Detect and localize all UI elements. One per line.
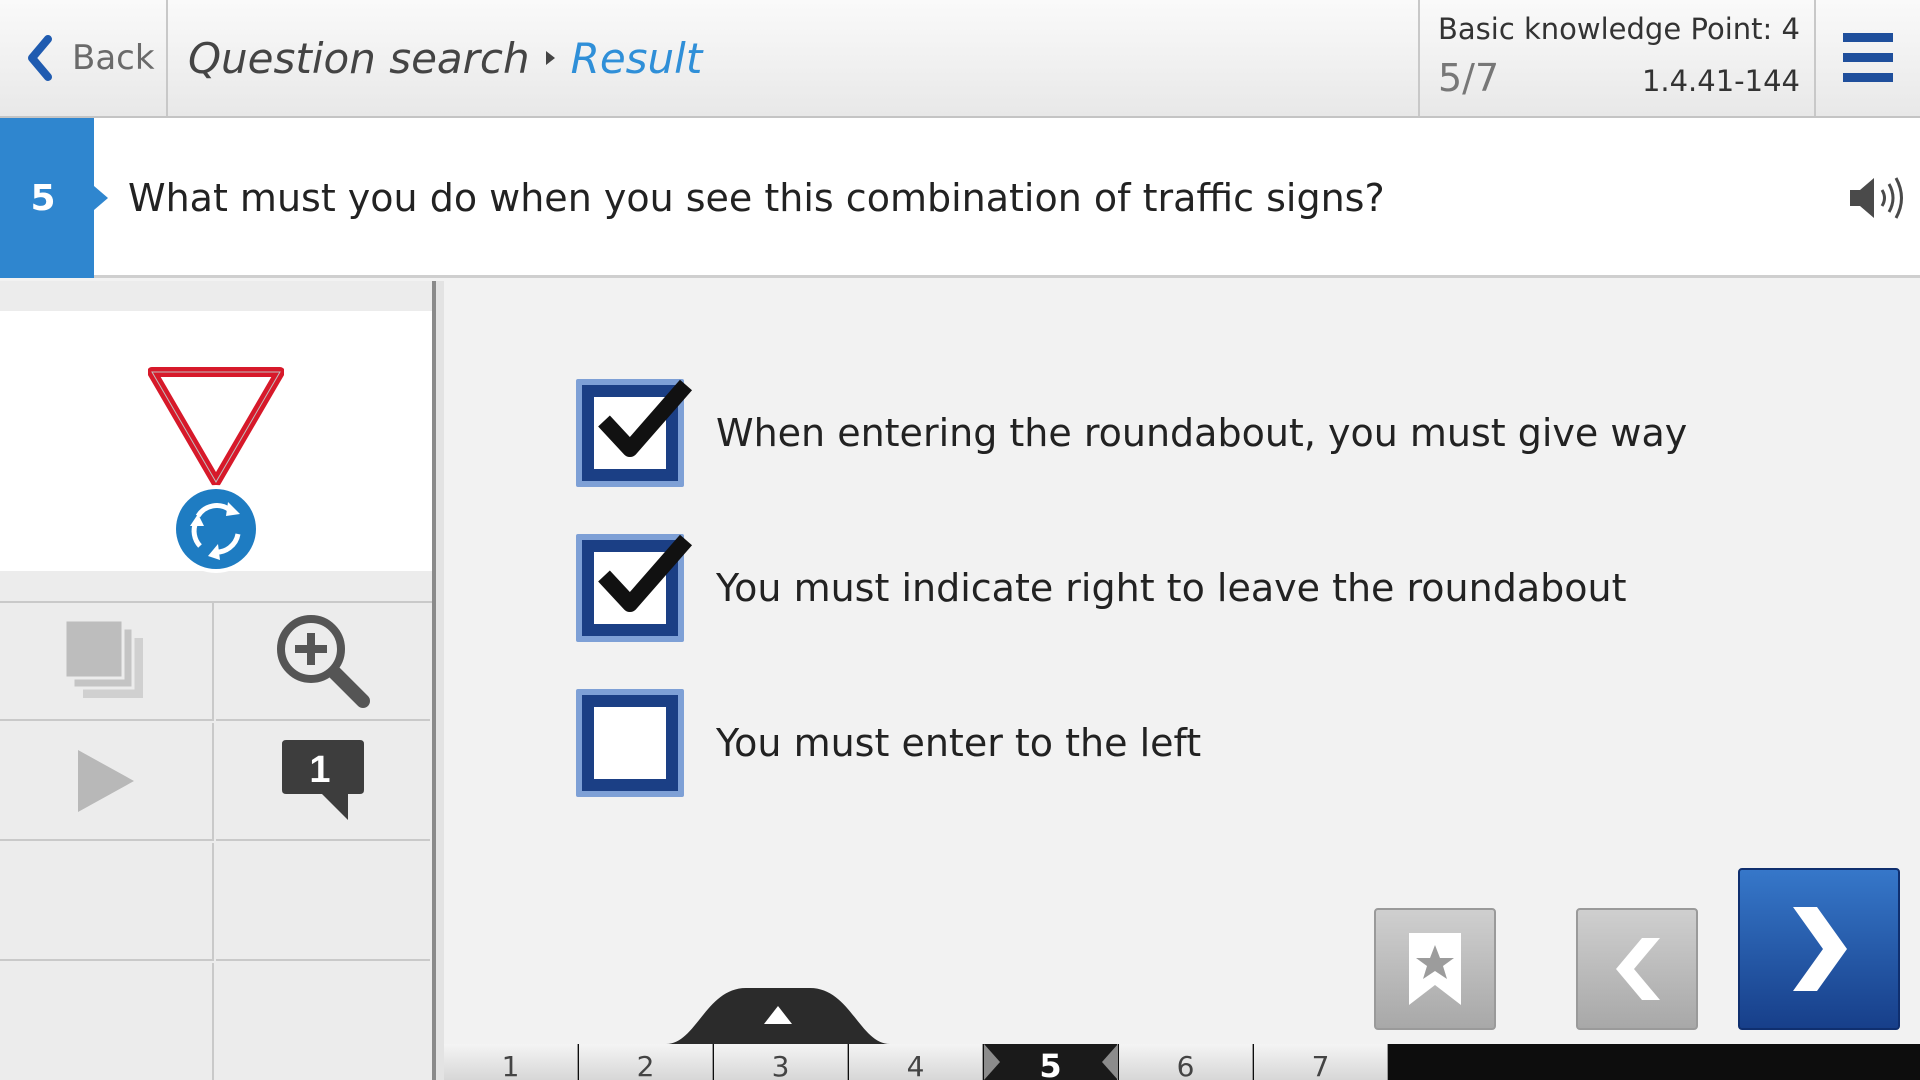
breadcrumb-result: Result [570,33,703,83]
tool-slot-empty [0,843,214,961]
checkmark-icon [598,379,693,457]
category-label: Basic knowledge [1438,12,1682,46]
chevron-right-icon [1793,907,1847,991]
comment-icon: 1 [282,740,364,820]
question-text: What must you do when you see this combi… [128,176,1385,220]
yield-sign-icon [148,367,284,487]
comment-count: 1 [309,749,330,791]
answer-checkbox[interactable] [576,534,693,642]
hamburger-menu-icon [1843,33,1893,82]
current-page-marker [984,1044,1000,1080]
menu-button[interactable] [1816,0,1920,116]
tool-slot-empty [216,963,430,1080]
answer-text: When entering the roundabout, you must g… [716,411,1688,455]
progress-counter: 5/7 [1438,56,1500,100]
image-gallery-button[interactable] [0,603,214,721]
page-3[interactable]: 3 [714,1044,848,1080]
answer-text: You must indicate right to leave the rou… [716,566,1627,610]
page-7[interactable]: 7 [1254,1044,1388,1080]
speaker-icon[interactable] [1846,170,1908,226]
question-info: Basic knowledge Point: 4 5/7 1.4.41-144 [1418,0,1816,116]
question-number-pointer [94,186,108,210]
checkmark-icon [598,534,693,612]
question-bar: 5 What must you do when you see this com… [0,118,1920,278]
answer-checkbox[interactable] [576,379,693,487]
question-image[interactable] [0,311,432,573]
answer-option-2[interactable]: You must indicate right to leave the rou… [576,533,1626,643]
pager-expand-tab[interactable] [666,988,890,1044]
panel-divider [432,281,444,1080]
chevron-left-icon [28,35,52,81]
media-panel: 1 [0,281,432,1080]
page-1[interactable]: 1 [444,1044,578,1080]
breadcrumb-question-search[interactable]: Question search [188,34,530,83]
roundabout-sign-icon [172,485,260,573]
next-question-button[interactable] [1738,868,1900,1030]
chevron-left-icon [1616,938,1660,1000]
answer-option-1[interactable]: When entering the roundabout, you must g… [576,378,1687,488]
breadcrumb: Question search Result [188,0,702,116]
breadcrumb-separator-icon [545,51,555,65]
previous-question-button[interactable] [1576,908,1698,1030]
tool-slot-empty [216,843,430,961]
question-id: 1.4.41-144 [1641,64,1800,98]
answer-text: You must enter to the left [716,721,1202,765]
header-bar: Back Question search Result Basic knowle… [0,0,1920,118]
question-number: 5 [0,118,94,278]
question-pager: 1 2 3 4 5 6 7 [444,1044,1920,1080]
back-button[interactable]: Back [0,0,168,116]
zoom-in-icon [277,615,370,708]
back-label: Back [72,38,155,78]
zoom-in-button[interactable] [216,603,430,721]
image-gallery-icon [63,618,143,698]
page-5-current[interactable]: 5 [984,1044,1118,1080]
play-video-button[interactable] [0,723,214,841]
media-tools-grid: 1 [0,603,432,1080]
current-page-marker [1102,1044,1118,1080]
page-6[interactable]: 6 [1119,1044,1253,1080]
points-label: Point: 4 [1690,12,1800,46]
play-icon [78,750,134,812]
bookmark-button[interactable] [1374,908,1496,1030]
tool-slot-empty [0,963,214,1080]
page-2[interactable]: 2 [579,1044,713,1080]
answer-checkbox[interactable] [576,689,684,797]
traffic-signs-image [148,367,284,573]
comments-button[interactable]: 1 [216,723,430,841]
bookmark-star-icon [1409,933,1461,1005]
page-4[interactable]: 4 [849,1044,983,1080]
answer-option-3[interactable]: You must enter to the left [576,688,1201,798]
